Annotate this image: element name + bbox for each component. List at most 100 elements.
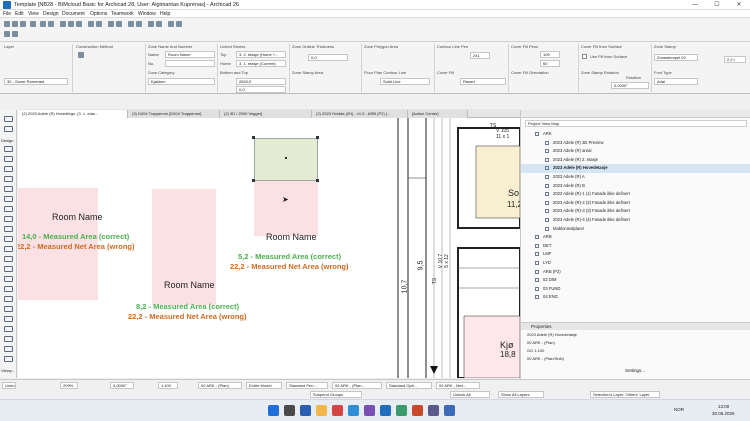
- story-home-dropdown[interactable]: 3. 1. etasje (Current): [236, 60, 286, 67]
- layout-book-icon[interactable]: [156, 21, 162, 27]
- tree-item[interactable]: 2023 Adele (R) A: [521, 173, 750, 182]
- zone-polygon-selected[interactable]: [254, 181, 318, 236]
- top-value-field[interactable]: 0,0: [236, 86, 286, 93]
- arc-tool[interactable]: [4, 346, 13, 352]
- menu-help[interactable]: Help: [160, 11, 170, 17]
- undo-button[interactable]: Undo: [2, 382, 16, 389]
- story-top-dropdown[interactable]: 3. 2. etasje (Home +...: [236, 51, 286, 58]
- layer-combination-dropdown[interactable]: 00 ARK - (Plan): [198, 382, 242, 389]
- open-file-icon[interactable]: [12, 21, 18, 27]
- font-size-field[interactable]: 2,2 r: [724, 56, 746, 63]
- language-indicator[interactable]: NOR: [674, 407, 684, 412]
- model-view-options-dropdown[interactable]: 00 ARK - (Plan...: [332, 382, 382, 389]
- marquee-tool-icon[interactable]: [96, 21, 102, 27]
- teamwork-send-icon[interactable]: [168, 21, 174, 27]
- show-all-layers-button[interactable]: Show All Layers: [498, 391, 544, 398]
- marquee-tool[interactable]: [4, 126, 13, 132]
- zoom-in-icon[interactable]: [128, 21, 134, 27]
- edge-icon[interactable]: [348, 405, 359, 416]
- slab-tool[interactable]: [4, 176, 13, 182]
- unlock-all-button[interactable]: Unlock All: [450, 391, 490, 398]
- settings-button[interactable]: Settings...: [625, 368, 645, 373]
- object-tool[interactable]: [4, 256, 13, 262]
- tree-item[interactable]: 2023 Adele (R) Hovedetasje: [521, 164, 750, 173]
- copy-icon[interactable]: [68, 21, 74, 27]
- zone-name-field[interactable]: Room Name: [165, 51, 215, 58]
- arrow-tool[interactable]: [4, 116, 13, 122]
- menu-document[interactable]: Document: [62, 11, 85, 17]
- contour-pen-field[interactable]: 241: [470, 52, 490, 59]
- file-explorer-icon[interactable]: [316, 405, 327, 416]
- polyline-tool[interactable]: [4, 356, 13, 362]
- bottom-value-field[interactable]: 2820,0: [236, 78, 286, 85]
- pet-palette-icon[interactable]: [12, 31, 18, 37]
- maximize-button[interactable]: ☐: [706, 0, 728, 10]
- zone-stamp-dropdown[interactable]: Zonestempel 02: [654, 54, 698, 61]
- tab-floor-plan[interactable]: (2) 2023 Adele (R) Hovedtegn. [3. 1. eta…: [18, 110, 128, 118]
- tree-item[interactable]: 2023 Adele (R)-3 (3) Fasade ikke definer…: [521, 207, 750, 216]
- stair-tool[interactable]: [4, 226, 13, 232]
- word-icon[interactable]: [444, 405, 455, 416]
- menu-design[interactable]: Design: [43, 11, 59, 17]
- menu-edit[interactable]: Edit: [15, 11, 24, 17]
- tree-item[interactable]: 2023 Adele (R) 2. etasje: [521, 156, 750, 165]
- close-button[interactable]: ✕: [728, 0, 750, 10]
- properties-header[interactable]: Properties: [521, 322, 750, 330]
- curtain-wall-tool[interactable]: [4, 246, 13, 252]
- tree-item[interactable]: 2023 Adele (R) 3D Preview: [521, 139, 750, 148]
- tree-item[interactable]: 2023 Adele (R)-4 (4) Fasade ikke definer…: [521, 216, 750, 225]
- cut-icon[interactable]: [60, 21, 66, 27]
- column-tool[interactable]: [4, 156, 13, 162]
- element-info-icon[interactable]: [4, 31, 10, 37]
- selection-handle[interactable]: [252, 179, 255, 182]
- arrow-tool-icon[interactable]: [88, 21, 94, 27]
- redo-icon[interactable]: [48, 21, 54, 27]
- tab-section[interactable]: (3) D204 Trapperom [D204 Trapperom]: [128, 110, 220, 118]
- excel-icon[interactable]: [396, 405, 407, 416]
- 3d-window-icon[interactable]: [148, 21, 154, 27]
- zone-stamp-selected[interactable]: [254, 138, 318, 181]
- tree-item[interactable]: Mablonmalplarer: [521, 225, 750, 234]
- tree-item[interactable]: ARB (P2): [521, 268, 750, 277]
- paste-icon[interactable]: [76, 21, 82, 27]
- new-file-icon[interactable]: [4, 21, 10, 27]
- clock-date[interactable]: 30.05.2025: [712, 411, 735, 416]
- windows-start-icon[interactable]: [268, 405, 279, 416]
- tab-action-center[interactable]: [Action Center]: [408, 110, 468, 118]
- clock-time[interactable]: 13:00: [718, 404, 729, 409]
- rotation-field[interactable]: 0,0000°: [611, 82, 649, 89]
- text-tool[interactable]: [4, 306, 13, 312]
- zone-number-field[interactable]: [165, 60, 215, 67]
- view-map-search[interactable]: Project View Map: [525, 120, 747, 127]
- archicad-taskbar-icon[interactable]: [380, 405, 391, 416]
- tree-item[interactable]: LYD: [521, 259, 750, 268]
- renovation-filter-dropdown[interactable]: 00 ARK - Met...: [436, 382, 480, 389]
- print-icon[interactable]: [30, 21, 36, 27]
- pen-set-dropdown[interactable]: Standard Pen...: [286, 382, 328, 389]
- search-icon[interactable]: [284, 405, 295, 416]
- dimension-tool[interactable]: [4, 296, 13, 302]
- fill-tool[interactable]: [4, 326, 13, 332]
- cover-pen-field-2[interactable]: 60: [540, 60, 560, 67]
- zoom-field[interactable]: 209%: [60, 382, 78, 389]
- morph-tool[interactable]: [4, 286, 13, 292]
- outline-thickness-field[interactable]: 0,0: [308, 54, 348, 61]
- zoom-out-icon[interactable]: [136, 21, 142, 27]
- font-type-dropdown[interactable]: Arial: [654, 78, 698, 85]
- tree-item[interactable]: 2023 Adele (R)-1 (1) Fasade ikke definer…: [521, 190, 750, 199]
- construction-method-icon[interactable]: [78, 52, 84, 58]
- tree-item[interactable]: ARB: [521, 233, 750, 242]
- powerpoint-icon[interactable]: [412, 405, 423, 416]
- window-tool[interactable]: [4, 216, 13, 222]
- tree-item[interactable]: 04 ENG: [521, 293, 750, 302]
- line-type-dropdown[interactable]: Solid Line: [380, 78, 430, 85]
- menu-window[interactable]: Window: [138, 11, 156, 17]
- menu-file[interactable]: File: [3, 11, 11, 17]
- save-icon[interactable]: [20, 21, 26, 27]
- tree-item[interactable]: 2023 Adele (R) areal: [521, 147, 750, 156]
- angle-field[interactable]: 0,0000°: [110, 382, 134, 389]
- door-tool[interactable]: [4, 206, 13, 212]
- zone-category-dropdown[interactable]: Kjøkken: [148, 78, 215, 85]
- task-view-icon[interactable]: [300, 405, 311, 416]
- cover-fill-dropdown[interactable]: Rasert: [460, 78, 506, 85]
